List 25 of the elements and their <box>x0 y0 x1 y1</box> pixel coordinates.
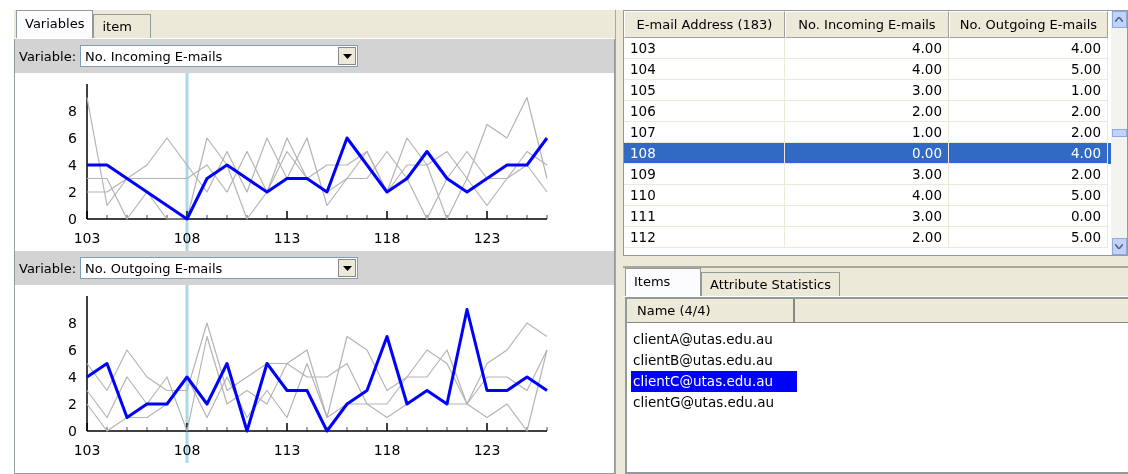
axis-label: 4 <box>68 369 77 385</box>
axis-label: 123 <box>473 442 501 458</box>
axis-label: 8 <box>68 315 77 331</box>
axis-label: 2 <box>68 396 77 412</box>
axis-label: 6 <box>68 342 77 358</box>
axis-label: 108 <box>173 442 201 458</box>
axis-label: 113 <box>273 442 301 458</box>
axis-label: 123 <box>473 230 501 246</box>
variable-label: Variable: <box>19 48 76 64</box>
axis-label: 103 <box>73 442 101 458</box>
axis-label: 108 <box>173 230 201 246</box>
axis-label: 8 <box>68 103 77 119</box>
variable-label: Variable: <box>19 260 76 276</box>
axis-label: 0 <box>68 423 77 439</box>
table-cell: 5.00 <box>949 227 1108 248</box>
axis-label: 4 <box>68 157 77 173</box>
axis-label: 2 <box>68 184 77 200</box>
axis-label: 118 <box>373 442 401 458</box>
axis-label: 0 <box>68 211 77 227</box>
axis-label: 6 <box>68 130 77 146</box>
axis-label: 118 <box>373 230 401 246</box>
table-cell: 112 <box>624 227 785 248</box>
axis-label: 103 <box>73 230 101 246</box>
table-cell: 2.00 <box>785 227 949 248</box>
axis-label: 113 <box>273 230 301 246</box>
